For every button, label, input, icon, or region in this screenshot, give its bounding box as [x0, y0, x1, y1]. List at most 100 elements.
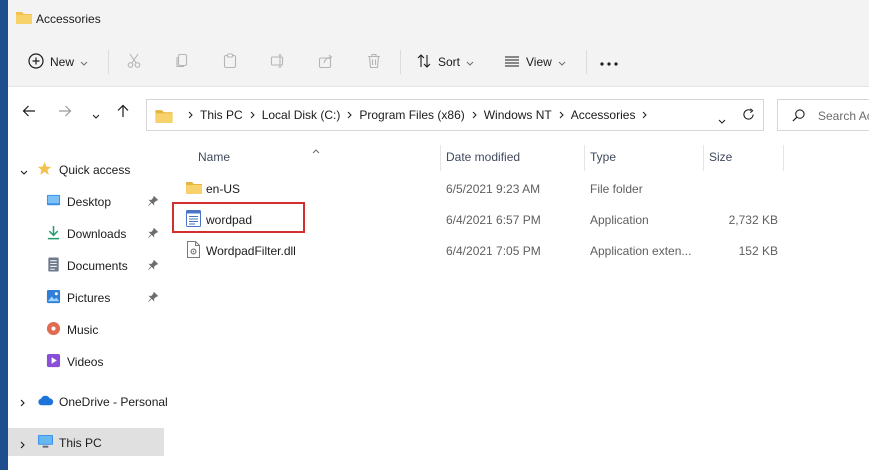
pin-icon — [148, 291, 159, 305]
copy-button[interactable] — [174, 48, 190, 76]
chevron-down-icon — [558, 55, 566, 69]
chevron-down-icon — [466, 55, 474, 69]
sort-button-label: Sort — [438, 55, 461, 69]
table-row[interactable]: en-US 6/5/2021 9:23 AM File folder — [168, 174, 788, 202]
sort-ascending-icon — [312, 143, 320, 157]
view-button-label: View — [526, 55, 552, 69]
cloud-icon — [37, 395, 54, 409]
sidebar-item-label: Quick access — [59, 163, 131, 177]
more-options-button[interactable] — [600, 48, 618, 76]
pin-icon — [148, 259, 159, 273]
column-divider[interactable] — [584, 145, 585, 171]
sort-button[interactable]: Sort — [416, 48, 474, 76]
sidebar-item-documents[interactable]: Documents — [8, 252, 164, 278]
scissors-icon — [126, 53, 142, 72]
column-divider[interactable] — [440, 145, 441, 171]
breadcrumb-windows-nt[interactable]: Windows NT — [484, 108, 552, 122]
search-icon — [792, 109, 805, 125]
view-button[interactable]: View — [504, 48, 566, 76]
command-bar: New Sort View — [8, 38, 869, 87]
download-arrow-icon — [46, 225, 61, 243]
chevron-right-icon — [472, 111, 477, 119]
chevron-right-icon — [188, 111, 193, 119]
sort-icon — [416, 53, 432, 72]
paste-button[interactable] — [222, 48, 238, 76]
pin-icon — [148, 227, 159, 241]
address-history-button[interactable] — [718, 113, 726, 127]
title-bar[interactable]: Accessories — [8, 0, 869, 38]
back-button[interactable] — [22, 104, 36, 121]
file-name: en-US — [206, 182, 241, 196]
recent-locations-button[interactable] — [92, 108, 100, 122]
computer-icon — [37, 434, 54, 452]
file-name: WordpadFilter.dll — [206, 244, 296, 258]
column-header-date[interactable]: Date modified — [446, 150, 520, 164]
chevron-right-icon — [250, 111, 255, 119]
sidebar-item-desktop[interactable]: Desktop — [8, 188, 164, 214]
delete-button[interactable] — [366, 48, 382, 76]
breadcrumb-accessories[interactable]: Accessories — [571, 108, 636, 122]
forward-button[interactable] — [58, 104, 72, 121]
sidebar-item-videos[interactable]: Videos — [8, 348, 164, 374]
column-divider[interactable] — [703, 145, 704, 171]
column-divider[interactable] — [783, 145, 784, 171]
rename-button[interactable] — [270, 48, 286, 76]
search-placeholder: Search Ac — [818, 109, 869, 123]
file-type: Application exten... — [590, 244, 692, 258]
sidebar-item-label: Downloads — [67, 227, 127, 241]
picture-icon — [46, 289, 61, 307]
folder-icon — [186, 180, 202, 197]
new-button[interactable]: New — [28, 48, 88, 76]
sidebar-item-this-pc[interactable]: This PC — [8, 428, 164, 456]
clipboard-icon — [222, 52, 238, 72]
file-type: File folder — [590, 182, 643, 196]
folder-icon — [155, 108, 173, 123]
chevron-right-icon — [20, 438, 25, 452]
breadcrumb-local-disk[interactable]: Local Disk (C:) — [262, 108, 341, 122]
cut-button[interactable] — [126, 48, 142, 76]
sidebar-item-downloads[interactable]: Downloads — [8, 220, 164, 246]
folder-icon — [16, 10, 32, 27]
trash-icon — [366, 53, 382, 72]
address-bar[interactable]: This PC Local Disk (C:) Program Files (x… — [146, 99, 764, 131]
sidebar-item-pictures[interactable]: Pictures — [8, 284, 164, 310]
breadcrumb: This PC Local Disk (C:) Program Files (x… — [155, 100, 654, 130]
sidebar-item-label: Videos — [67, 355, 104, 369]
sidebar-item-label: Desktop — [67, 195, 112, 209]
address-row: This PC Local Disk (C:) Program Files (x… — [8, 87, 869, 143]
sidebar-item-onedrive[interactable]: OneDrive - Personal — [8, 388, 168, 414]
sidebar-item-music[interactable]: Music — [8, 316, 164, 342]
toolbar-divider — [400, 50, 401, 74]
star-icon — [37, 161, 52, 179]
chevron-right-icon — [559, 111, 564, 119]
dll-file-icon — [187, 241, 200, 261]
up-button[interactable] — [116, 104, 130, 121]
share-button[interactable] — [318, 48, 334, 76]
column-header-name[interactable]: Name — [198, 150, 230, 164]
sidebar-item-label: Music — [67, 323, 99, 337]
column-header-size[interactable]: Size — [709, 150, 732, 164]
file-size: 152 KB — [738, 244, 778, 258]
column-headers: Name Date modified Type Size — [168, 143, 869, 171]
chevron-down-icon — [20, 164, 28, 178]
chevron-down-icon — [80, 55, 88, 69]
breadcrumb-program-files[interactable]: Program Files (x86) — [359, 108, 464, 122]
chevron-right-icon — [642, 111, 648, 119]
file-size: 2,732 KB — [728, 213, 778, 227]
sidebar-item-label: Documents — [67, 259, 128, 273]
search-box[interactable]: Search Ac — [777, 99, 869, 131]
column-header-type[interactable]: Type — [590, 150, 616, 164]
sidebar-item-quick-access[interactable]: Quick access — [8, 156, 164, 182]
table-row[interactable]: WordpadFilter.dll 6/4/2021 7:05 PM Appli… — [168, 236, 788, 264]
video-icon — [46, 353, 61, 371]
pin-icon — [148, 195, 159, 209]
chevron-right-icon — [347, 111, 353, 119]
file-type: Application — [590, 213, 649, 227]
toolbar-divider — [108, 50, 109, 74]
refresh-button[interactable] — [742, 108, 755, 124]
navigation-pane: Quick access Desktop Downloads Documents… — [8, 143, 168, 470]
file-list: Name Date modified Type Size en-US 6/5/2… — [168, 143, 869, 470]
desktop-icon — [46, 193, 61, 211]
breadcrumb-this-pc[interactable]: This PC — [200, 108, 243, 122]
sidebar-item-label: This PC — [59, 436, 102, 450]
